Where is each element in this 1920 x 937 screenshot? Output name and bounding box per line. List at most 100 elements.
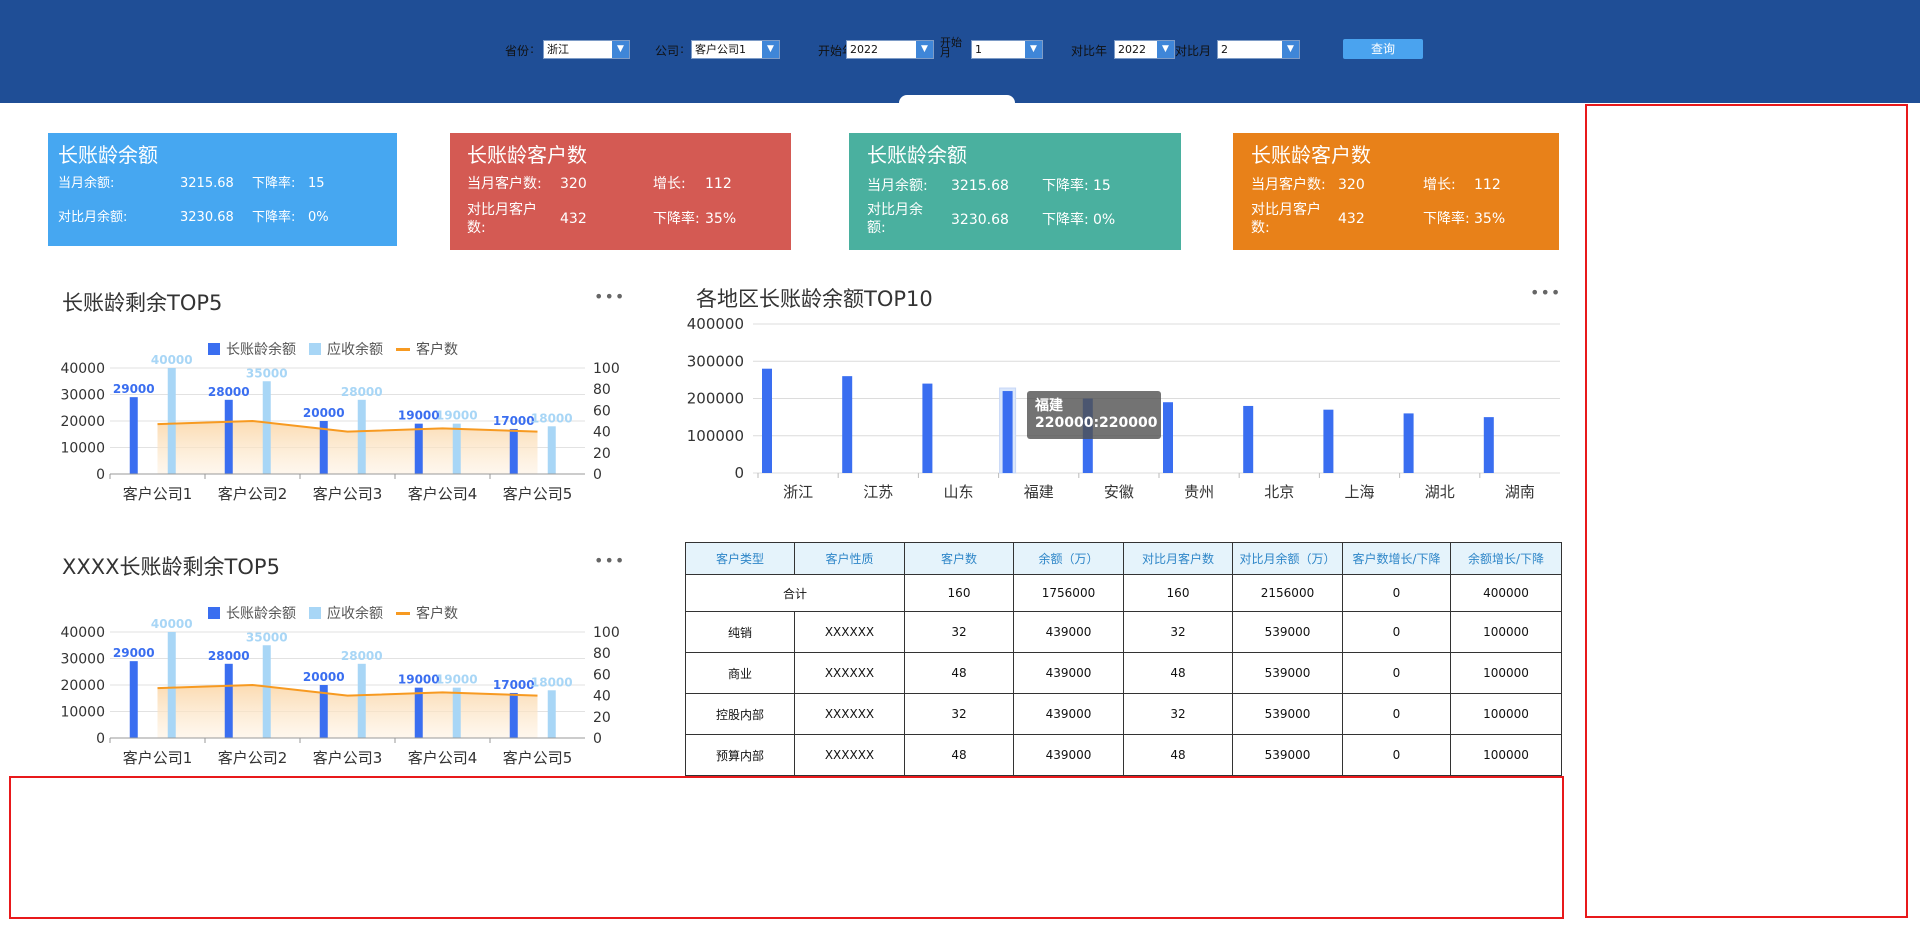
collapse-tab[interactable] (899, 95, 1015, 105)
data-label: 40000 (151, 353, 193, 367)
table-cell: 48 (904, 652, 1014, 694)
more-options-icon[interactable]: ••• (594, 287, 625, 306)
compare-month-label: 对比月 (1175, 44, 1212, 58)
compare-month-select[interactable]: 2 ▼ (1217, 40, 1300, 59)
x-tick-label: 湖北 (1425, 483, 1455, 501)
panel-title-region: 各地区长账龄余额TOP10 (696, 287, 933, 311)
table-cell: 539000 (1232, 652, 1343, 694)
table-cell: 160 (904, 574, 1014, 612)
x-tick-label: 安徽 (1104, 483, 1134, 501)
region-bar (922, 383, 933, 473)
x-tick-label: 客户公司2 (218, 485, 288, 503)
column-header[interactable]: 余额（万） (1013, 542, 1124, 575)
chart-tooltip: 福建 220000:220000 (1027, 391, 1161, 439)
table-cell: 160 (1123, 574, 1233, 612)
bar-receivable-balance (357, 663, 366, 738)
table-cell: 预算内部 (685, 734, 795, 776)
column-header[interactable]: 客户数增长/下降 (1342, 542, 1451, 575)
column-header[interactable]: 对比月客户数 (1123, 542, 1233, 575)
data-label: 28000 (341, 385, 383, 399)
table-cell: 439000 (1013, 734, 1124, 776)
column-header[interactable]: 客户类型 (685, 542, 795, 575)
table-cell: 0 (1342, 734, 1451, 776)
card-long-age-balance: 长账龄余额 当月余额: 3215.68 下降率: 15 对比月余额: 3230.… (48, 133, 397, 246)
chevron-down-icon: ▼ (916, 41, 933, 58)
region-bar (1163, 402, 1173, 473)
table-cell: 0 (1342, 693, 1451, 735)
more-options-icon[interactable]: ••• (1530, 283, 1561, 302)
column-header[interactable]: 客户数 (904, 542, 1014, 575)
table-cell: 400000 (1450, 574, 1562, 612)
table-row: 商业 XXXXXX 48 439000 48 539000 0 100000 (685, 652, 1562, 694)
data-label: 35000 (246, 366, 288, 380)
column-header[interactable]: 余额增长/下降 (1450, 542, 1562, 575)
region-bar (1243, 405, 1254, 473)
y-tick-label: 10000 (60, 441, 105, 457)
data-label: 19000 (398, 409, 440, 423)
data-label: 28000 (208, 649, 250, 663)
x-tick-label: 山东 (943, 483, 973, 501)
table-cell: 539000 (1232, 734, 1343, 776)
y2-tick-label: 40 (593, 689, 611, 705)
table-cell: 32 (1123, 693, 1233, 735)
start-month-select[interactable]: 1 ▼ (971, 40, 1043, 59)
start-year-label: 开始年 (818, 44, 846, 58)
bar-long-age-balance (224, 663, 233, 738)
table-cell: 100000 (1450, 652, 1562, 694)
table-cell: 100000 (1450, 734, 1562, 776)
card-title: 长账龄余额 (58, 143, 158, 167)
bar-receivable-balance (262, 645, 271, 738)
province-label: 省份 (505, 44, 530, 58)
y-tick-label: 10000 (60, 705, 105, 721)
x-tick-label: 浙江 (783, 483, 813, 501)
top5-chart: 0 10000 20000 30000 40000 0 20 40 60 80 100 29000 40… (60, 353, 620, 503)
table-cell: 1756000 (1013, 574, 1124, 612)
table-cell: 48 (904, 734, 1014, 776)
more-options-icon[interactable]: ••• (594, 551, 625, 570)
table-cell: 0 (1342, 574, 1451, 612)
column-header[interactable]: 客户性质 (794, 542, 905, 575)
compare-year-select[interactable]: 2022 ▼ (1114, 40, 1175, 59)
table-cell: 100000 (1450, 693, 1562, 735)
y-tick-label: 30000 (60, 388, 105, 404)
y2-tick-label: 100 (593, 361, 620, 377)
data-label: 20000 (303, 670, 345, 684)
chevron-down-icon: ▼ (1025, 41, 1042, 58)
y-tick-label: 300000 (687, 352, 744, 370)
table-cell: 32 (904, 611, 1014, 653)
table-cell: 2156000 (1232, 574, 1343, 612)
chevron-down-icon: ▼ (762, 41, 779, 58)
province-select[interactable]: 浙江 ▼ (543, 40, 630, 59)
table-cell: 合计 (685, 574, 905, 612)
y-tick-label: 100000 (687, 427, 744, 445)
table-cell: XXXXXX (794, 734, 905, 776)
table-cell: 0 (1342, 652, 1451, 694)
column-header[interactable]: 对比月余额（万） (1232, 542, 1343, 575)
table-cell: 控股内部 (685, 693, 795, 735)
x-tick-label: 湖南 (1505, 483, 1535, 501)
table-row: 预算内部 XXXXXX 48 439000 48 539000 0 100000 (685, 734, 1562, 776)
chevron-down-icon: ▼ (1157, 41, 1174, 58)
card-long-age-customers-2: 长账龄客户数 当月客户数: 320 增长: 112 对比月客户数: 432 下降… (1233, 133, 1559, 250)
bar-long-age-balance (129, 397, 138, 474)
y2-tick-label: 80 (593, 382, 611, 398)
y2-tick-label: 0 (593, 467, 602, 483)
start-year-select[interactable]: 2022 ▼ (846, 40, 934, 59)
y2-tick-label: 0 (593, 731, 602, 747)
query-button[interactable]: 查询 (1343, 39, 1423, 59)
table-cell: 48 (1123, 652, 1233, 694)
table-cell: 纯销 (685, 611, 795, 653)
y2-tick-label: 60 (593, 403, 611, 419)
data-label: 18000 (531, 675, 573, 689)
bar-receivable-balance (167, 368, 176, 474)
table-cell: 32 (1123, 611, 1233, 653)
table-row: 控股内部 XXXXXX 32 439000 32 539000 0 100000 (685, 693, 1562, 735)
company-label: 公司 (655, 44, 680, 58)
x-tick-label: 客户公司2 (218, 749, 288, 767)
data-label: 35000 (246, 630, 288, 644)
x-tick-label: 客户公司1 (123, 749, 193, 767)
company-select[interactable]: 客户公司1 ▼ (691, 40, 780, 59)
x-tick-label: 客户公司3 (313, 485, 383, 503)
data-label: 29000 (113, 382, 155, 396)
y-tick-label: 20000 (60, 414, 105, 430)
